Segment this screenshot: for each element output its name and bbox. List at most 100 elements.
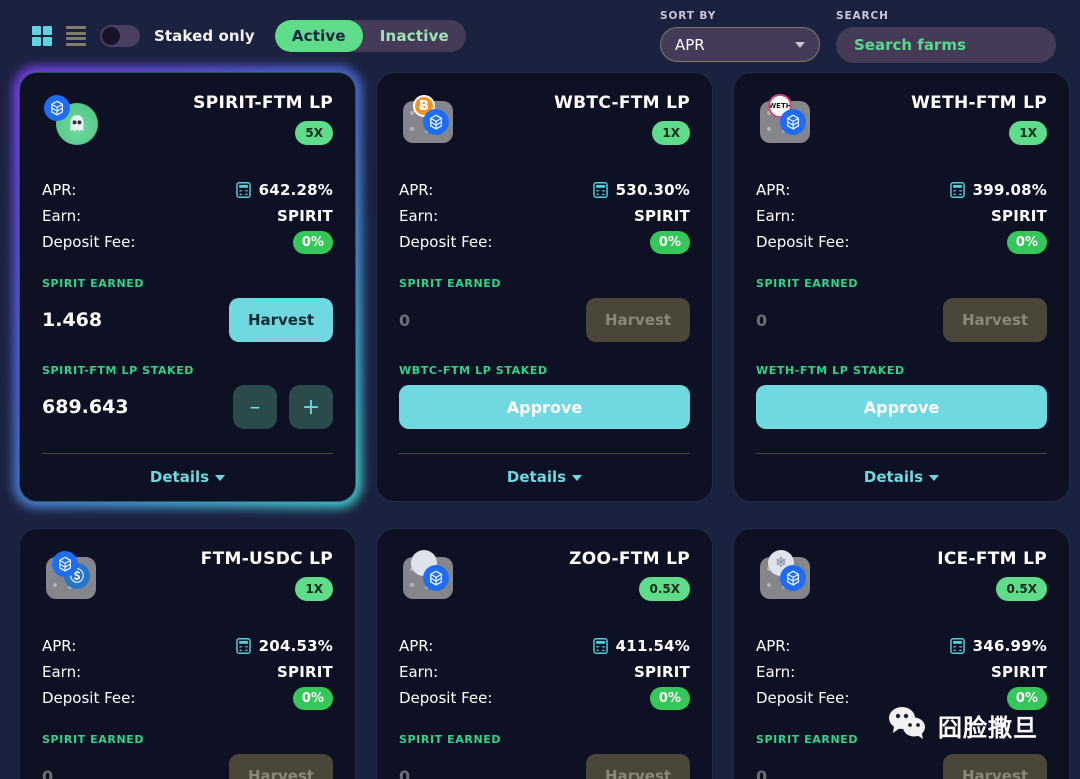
ftm-token-icon bbox=[52, 551, 78, 577]
apr-value-group[interactable]: 204.53% bbox=[235, 637, 333, 655]
approve-button[interactable]: Approve bbox=[756, 385, 1047, 429]
earned-amount: 0 bbox=[399, 310, 411, 330]
staked-only-toggle[interactable] bbox=[100, 25, 140, 47]
apr-label: APR: bbox=[42, 181, 77, 199]
farm-card-header: Ⓢ FTM-USDC LP 1X bbox=[42, 549, 333, 607]
apr-value: 530.30% bbox=[615, 181, 690, 199]
harvest-button: Harvest bbox=[229, 754, 333, 779]
deposit-fee-label: Deposit Fee: bbox=[756, 689, 850, 707]
pair-name: ZOO-FTM LP bbox=[569, 549, 690, 569]
farm-card-title-block: ZOO-FTM LP 0.5X bbox=[569, 549, 690, 601]
card-divider bbox=[399, 453, 690, 454]
toggle-knob bbox=[102, 27, 120, 45]
harvest-row: 1.468 Harvest bbox=[42, 298, 333, 342]
stake-action-row: 689.643 – + bbox=[42, 385, 333, 429]
calculator-icon bbox=[235, 638, 251, 654]
apr-value: 399.08% bbox=[972, 181, 1047, 199]
farm-card-body: WETH WETH-FTM LP 1X APR: 399.08% Earn: SPIRIT D… bbox=[733, 72, 1070, 502]
details-toggle[interactable]: Details bbox=[399, 468, 690, 486]
sort-by-value: APR bbox=[675, 35, 705, 54]
calculator-icon bbox=[949, 182, 965, 198]
pair-name: WETH-FTM LP bbox=[911, 93, 1047, 113]
spirit-ftm-pair-icon bbox=[42, 93, 100, 151]
apr-value: 204.53% bbox=[258, 637, 333, 655]
staked-label: WBTC-FTM LP STAKED bbox=[399, 364, 548, 377]
deposit-fee-badge: 0% bbox=[649, 230, 690, 254]
apr-value-group[interactable]: 411.54% bbox=[592, 637, 690, 655]
earned-label: SPIRIT EARNED bbox=[756, 733, 859, 746]
approve-button[interactable]: Approve bbox=[399, 385, 690, 429]
farm-card-body: ZOO-FTM LP 0.5X APR: 411.54% Earn: SPIRIT Depo… bbox=[376, 528, 713, 779]
deposit-fee-badge: 0% bbox=[649, 686, 690, 710]
earn-row: Earn: SPIRIT bbox=[756, 659, 1047, 685]
multiplier-badge: 0.5X bbox=[639, 577, 690, 601]
earn-row: Earn: SPIRIT bbox=[756, 203, 1047, 229]
apr-value-group[interactable]: 346.99% bbox=[949, 637, 1047, 655]
apr-label: APR: bbox=[756, 637, 791, 655]
apr-value-group[interactable]: 530.30% bbox=[592, 181, 690, 199]
active-inactive-segmented-control: Active Inactive bbox=[274, 20, 466, 52]
farm-stats: APR: 399.08% Earn: SPIRIT Deposit Fee: 0% bbox=[756, 177, 1047, 255]
list-view-icon[interactable] bbox=[66, 26, 86, 46]
earn-label: Earn: bbox=[399, 663, 439, 681]
stake-button[interactable]: + bbox=[289, 385, 333, 429]
earned-amount: 1.468 bbox=[42, 309, 103, 331]
ice-ftm-pair-icon: ❄ bbox=[756, 549, 814, 607]
apr-value-group[interactable]: 642.28% bbox=[235, 181, 333, 199]
farm-card-header: ❄ ICE-FTM LP 0.5X bbox=[756, 549, 1047, 607]
sort-by-select[interactable]: APR bbox=[660, 27, 820, 62]
earn-row: Earn: SPIRIT bbox=[399, 203, 690, 229]
harvest-button: Harvest bbox=[943, 754, 1047, 779]
ftm-usdc-pair-icon: Ⓢ bbox=[42, 549, 100, 607]
tab-active[interactable]: Active bbox=[274, 20, 363, 52]
farm-card: SPIRIT-FTM LP 5X APR: 642.28% Earn: SPIRIT Dep… bbox=[19, 72, 356, 502]
tab-inactive[interactable]: Inactive bbox=[363, 20, 466, 52]
chevron-down-icon bbox=[929, 475, 940, 481]
ftm-token-icon bbox=[780, 565, 806, 591]
multiplier-badge: 0.5X bbox=[996, 577, 1047, 601]
earn-token: SPIRIT bbox=[277, 207, 333, 225]
deposit-fee-row: Deposit Fee: 0% bbox=[42, 229, 333, 255]
earn-token: SPIRIT bbox=[991, 207, 1047, 225]
calculator-icon bbox=[235, 182, 251, 198]
stake-stepper: – + bbox=[233, 385, 333, 429]
apr-row: APR: 411.54% bbox=[399, 633, 690, 659]
apr-value-group[interactable]: 399.08% bbox=[949, 181, 1047, 199]
earn-token: SPIRIT bbox=[991, 663, 1047, 681]
details-toggle[interactable]: Details bbox=[756, 468, 1047, 486]
deposit-fee-row: Deposit Fee: 0% bbox=[756, 229, 1047, 255]
farm-card-title-block: FTM-USDC LP 1X bbox=[201, 549, 333, 601]
chevron-down-icon bbox=[215, 475, 226, 481]
apr-value: 346.99% bbox=[972, 637, 1047, 655]
farm-stats: APR: 642.28% Earn: SPIRIT Deposit Fee: 0% bbox=[42, 177, 333, 255]
deposit-fee-row: Deposit Fee: 0% bbox=[756, 685, 1047, 711]
staked-label: WETH-FTM LP STAKED bbox=[756, 364, 905, 377]
deposit-fee-row: Deposit Fee: 0% bbox=[399, 685, 690, 711]
staked-only-label: Staked only bbox=[154, 27, 255, 45]
harvest-button: Harvest bbox=[943, 298, 1047, 342]
harvest-row: 0 Harvest bbox=[756, 754, 1047, 779]
multiplier-badge: 1X bbox=[295, 577, 333, 601]
farm-card-body: Ⓢ FTM-USDC LP 1X APR: 204.53% Earn: SPIRIT Depo… bbox=[19, 528, 356, 779]
earn-label: Earn: bbox=[756, 663, 796, 681]
farm-card-title-block: WBTC-FTM LP 1X bbox=[554, 93, 690, 145]
earned-amount: 0 bbox=[756, 310, 768, 330]
card-divider bbox=[42, 453, 333, 454]
search-input[interactable]: Search farms bbox=[836, 27, 1056, 63]
pair-name: FTM-USDC LP bbox=[200, 549, 333, 569]
earned-label: SPIRIT EARNED bbox=[399, 733, 502, 746]
search-placeholder: Search farms bbox=[854, 36, 966, 54]
toolbar: Staked only Active Inactive SORT BY APR … bbox=[0, 0, 1080, 72]
search-control: SEARCH Search farms bbox=[836, 10, 1056, 63]
grid-view-icon[interactable] bbox=[32, 26, 52, 46]
unstake-button[interactable]: – bbox=[233, 385, 277, 429]
deposit-fee-label: Deposit Fee: bbox=[42, 689, 136, 707]
details-toggle[interactable]: Details bbox=[42, 468, 333, 486]
chevron-down-icon bbox=[795, 41, 805, 48]
earn-row: Earn: SPIRIT bbox=[42, 659, 333, 685]
details-label: Details bbox=[506, 468, 567, 486]
card-divider bbox=[756, 453, 1047, 454]
harvest-button[interactable]: Harvest bbox=[229, 298, 333, 342]
deposit-fee-label: Deposit Fee: bbox=[399, 689, 493, 707]
farm-card: ❄ ICE-FTM LP 0.5X APR: 346.99% Earn: SPIRIT Dep… bbox=[733, 528, 1070, 779]
